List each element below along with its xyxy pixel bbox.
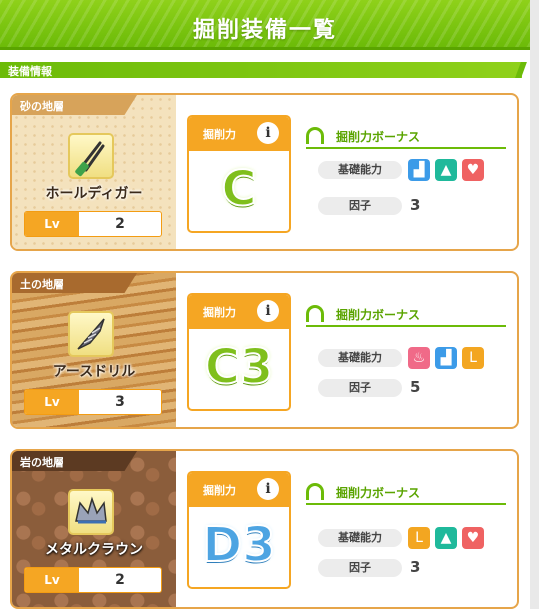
level-label: Lv: [25, 390, 79, 414]
equipment-name: ホールディガー: [45, 186, 143, 202]
bonus-header: 掘削力ボーナス: [306, 303, 506, 327]
section-slash-decor: [515, 62, 527, 78]
bonus-header: 掘削力ボーナス: [306, 481, 506, 505]
level-box: Lv 2: [24, 567, 162, 593]
dig-power-box: 掘削力 i C3: [187, 293, 291, 411]
horseshoe-icon: [306, 483, 324, 500]
dig-power-header: 掘削力 i: [189, 295, 289, 329]
crown-icon[interactable]: [68, 489, 114, 535]
scrollbar-track[interactable]: [530, 0, 539, 609]
factor-label: 因子: [318, 379, 402, 397]
dig-power-label: 掘削力: [203, 128, 236, 141]
dig-power-grade: D3: [201, 516, 276, 574]
dig-power-grade: C: [220, 160, 257, 218]
equipment-card-soil[interactable]: 土の地層 アースドリル Lv 3 掘削力 i C3 掘削力ボーナス 基礎能力 ♨…: [10, 271, 519, 429]
basic-ability-badges: ♨ ▟ ᒪ: [408, 347, 489, 369]
bonus-header: 掘削力ボーナス: [306, 125, 506, 149]
stratum-label: 土の地層: [20, 278, 64, 291]
dig-power-header: 掘削力 i: [189, 473, 289, 507]
dig-power-label: 掘削力: [203, 484, 236, 497]
stratum-tab: 砂の地層: [12, 95, 137, 115]
dig-power-box: 掘削力 i D3: [187, 471, 291, 589]
section-header: 装備情報: [0, 62, 527, 78]
level-value: 2: [115, 216, 125, 232]
graduation-cap-icon: ▲: [435, 527, 457, 549]
factor-value: 5: [410, 378, 421, 396]
section-label: 装備情報: [8, 65, 52, 78]
stratum-panel: 砂の地層 ホールディガー Lv 2: [12, 95, 176, 249]
dig-power-header: 掘削力 i: [189, 117, 289, 151]
dig-power-grade: C3: [204, 338, 275, 396]
heart-icon: ♥: [462, 159, 484, 181]
bonus-title: 掘削力ボーナス: [336, 308, 421, 322]
basic-ability-label: 基礎能力: [318, 161, 402, 179]
factor-value: 3: [410, 196, 421, 214]
factor-value: 3: [410, 558, 421, 576]
bonus-title: 掘削力ボーナス: [336, 486, 421, 500]
level-label: Lv: [25, 568, 79, 592]
equipment-card-rock[interactable]: 岩の地層 メタルクラウン Lv 2 掘削力 i D3 掘削力ボーナス 基礎能力 …: [10, 449, 519, 609]
level-box: Lv 3: [24, 389, 162, 415]
stratum-panel: 土の地層 アースドリル Lv 3: [12, 273, 176, 427]
page-title: 掘削装備一覧: [192, 18, 337, 43]
basic-ability-label: 基礎能力: [318, 349, 402, 367]
info-icon[interactable]: i: [257, 300, 279, 322]
header-bar: 掘削装備一覧: [0, 0, 530, 50]
equipment-name: アースドリル: [52, 364, 136, 380]
stratum-panel: 岩の地層 メタルクラウン Lv 2: [12, 451, 176, 607]
tongs-icon[interactable]: [68, 133, 114, 179]
heart-icon: ♥: [462, 527, 484, 549]
basic-ability-badges: ▟ ▲ ♥: [408, 159, 489, 181]
stratum-tab: 岩の地層: [12, 451, 137, 471]
muscle-icon: ᒪ: [462, 347, 484, 369]
info-icon[interactable]: i: [257, 478, 279, 500]
bonus-title: 掘削力ボーナス: [336, 130, 421, 144]
boot-icon: ▟: [408, 159, 430, 181]
stratum-tab: 土の地層: [12, 273, 137, 293]
info-icon[interactable]: i: [257, 122, 279, 144]
factor-label: 因子: [318, 559, 402, 577]
muscle-icon: ᒪ: [408, 527, 430, 549]
horseshoe-icon: [306, 127, 324, 144]
stratum-label: 砂の地層: [20, 100, 64, 113]
equipment-name: メタルクラウン: [45, 542, 143, 558]
stratum-label: 岩の地層: [20, 456, 64, 469]
level-label: Lv: [25, 212, 79, 236]
drill-icon[interactable]: [68, 311, 114, 357]
level-value: 2: [115, 572, 125, 588]
dig-power-label: 掘削力: [203, 306, 236, 319]
boot-icon: ▟: [435, 347, 457, 369]
basic-ability-badges: ᒪ ▲ ♥: [408, 527, 489, 549]
basic-ability-label: 基礎能力: [318, 529, 402, 547]
flame-icon: ♨: [408, 347, 430, 369]
graduation-cap-icon: ▲: [435, 159, 457, 181]
level-value: 3: [115, 394, 125, 410]
equipment-card-sand[interactable]: 砂の地層 ホールディガー Lv 2 掘削力 i C 掘削力ボーナス 基礎能力 ▟…: [10, 93, 519, 251]
level-box: Lv 2: [24, 211, 162, 237]
dig-power-box: 掘削力 i C: [187, 115, 291, 233]
factor-label: 因子: [318, 197, 402, 215]
horseshoe-icon: [306, 305, 324, 322]
